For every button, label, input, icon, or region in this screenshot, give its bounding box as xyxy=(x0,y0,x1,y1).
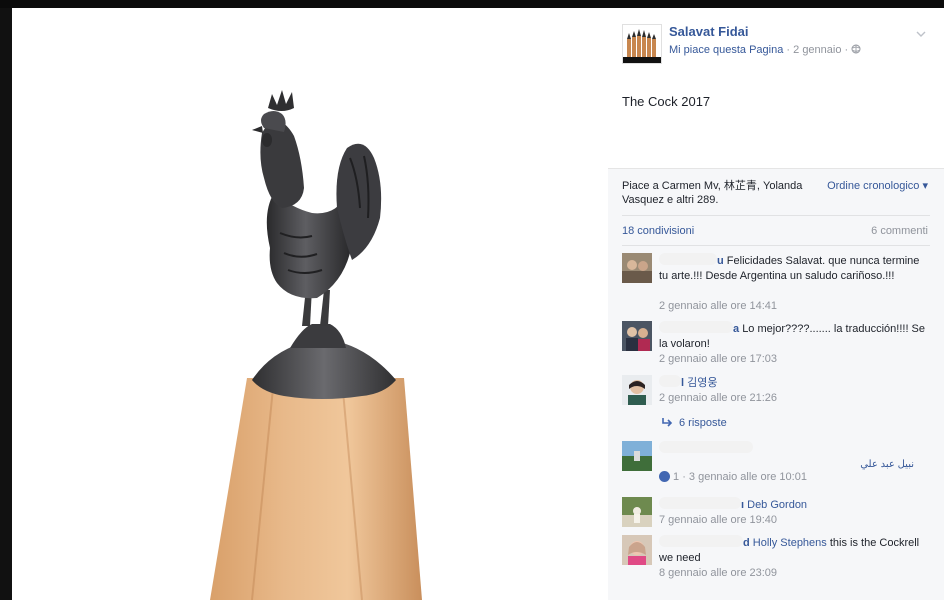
post-photo[interactable] xyxy=(12,8,608,600)
like-thumb-icon xyxy=(659,471,670,482)
likes-summary[interactable]: Piace a Carmen Mv, 林芷青, Yolanda Vasquez … xyxy=(622,179,817,207)
comment-author[interactable]: d xyxy=(743,537,750,549)
comment-order-select[interactable]: Ordine cronologico ▾ xyxy=(827,179,928,192)
pencil-rooster-sculpture xyxy=(210,90,422,600)
page-name[interactable]: Salavat Fidai xyxy=(669,24,748,39)
comment-time-text[interactable]: · 3 gennaio alle ore 10:01 xyxy=(682,471,807,483)
pencil-wood xyxy=(210,378,422,600)
comment-author[interactable]: u xyxy=(717,255,724,267)
comment-body: l 김영웅 xyxy=(659,375,927,391)
redacted-author xyxy=(659,253,717,265)
comment-time[interactable]: 2 gennaio alle ore 14:41 xyxy=(659,300,777,312)
comment-time: 1 · 3 gennaio alle ore 10:01 xyxy=(659,471,807,483)
like-count-value: 1 xyxy=(673,471,680,483)
replies-count[interactable]: 6 risposte xyxy=(679,417,727,429)
tagged-user[interactable]: 김영웅 xyxy=(687,377,717,389)
comment-body xyxy=(659,441,927,457)
divider xyxy=(622,245,930,246)
comment-body: u Felicidades Salavat. que nunca termine… xyxy=(659,253,927,284)
redacted-author xyxy=(659,441,753,453)
post-text: The Cock 2017 xyxy=(622,94,711,109)
comment-like-count[interactable]: 1 xyxy=(659,471,679,483)
comment-body: a Lo mejor????....... la traducción!!!! … xyxy=(659,321,927,352)
comment-text-rtl: نبيل عبد علي xyxy=(860,459,914,470)
like-page-link[interactable]: Mi piace questa Pagina xyxy=(669,44,783,56)
comment-body: ı Deb Gordon xyxy=(659,497,927,513)
commenter-avatar[interactable] xyxy=(622,321,652,351)
meta-separator: · xyxy=(841,44,852,56)
meta-separator: · xyxy=(783,44,794,56)
comment-time[interactable]: 2 gennaio alle ore 21:26 xyxy=(659,392,777,404)
redacted-author xyxy=(659,535,743,547)
commenter-avatar[interactable] xyxy=(622,375,652,405)
commenter-avatar[interactable] xyxy=(622,441,652,471)
tagged-user[interactable]: Holly Stephens xyxy=(753,537,827,549)
divider xyxy=(622,215,930,216)
reply-arrow-icon xyxy=(661,417,673,427)
shares-count[interactable]: 18 condivisioni xyxy=(622,225,694,237)
comment-author[interactable]: a xyxy=(733,323,739,335)
comment-time[interactable]: 8 gennaio alle ore 23:09 xyxy=(659,567,777,579)
redacted-author xyxy=(659,321,733,333)
comment-time[interactable]: 7 gennaio alle ore 19:40 xyxy=(659,514,777,526)
comment-author[interactable]: ı xyxy=(741,499,744,511)
commenter-avatar[interactable] xyxy=(622,535,652,565)
comment-body: d Holly Stephens this is the Cockrell we… xyxy=(659,535,927,566)
reactions-and-comments: Piace a Carmen Mv, 林芷青, Yolanda Vasquez … xyxy=(608,168,944,600)
comment-author[interactable]: l xyxy=(681,377,684,389)
tagged-user[interactable]: Deb Gordon xyxy=(747,499,807,511)
redacted-author xyxy=(659,375,681,387)
globe-icon xyxy=(851,44,861,56)
comment-time[interactable]: 2 gennaio alle ore 17:03 xyxy=(659,353,777,365)
comments-count[interactable]: 6 commenti xyxy=(871,225,928,237)
graphite-tip xyxy=(252,340,396,399)
chevron-down-icon[interactable] xyxy=(916,26,926,37)
backdrop-top-strip xyxy=(0,0,944,8)
post-header: Salavat Fidai Mi piace questa Pagina · 2… xyxy=(608,8,944,168)
post-meta: Mi piace questa Pagina · 2 gennaio · xyxy=(669,44,861,56)
redacted-author xyxy=(659,497,741,509)
post-sidebar: Salavat Fidai Mi piace questa Pagina · 2… xyxy=(608,8,944,600)
post-date[interactable]: 2 gennaio xyxy=(793,44,841,56)
commenter-avatar[interactable] xyxy=(622,253,652,283)
commenter-avatar[interactable] xyxy=(622,497,652,527)
page-avatar[interactable] xyxy=(622,24,662,64)
pencils-thumbnail-icon xyxy=(623,25,661,63)
view-replies-link[interactable]: 6 risposte xyxy=(661,417,727,429)
